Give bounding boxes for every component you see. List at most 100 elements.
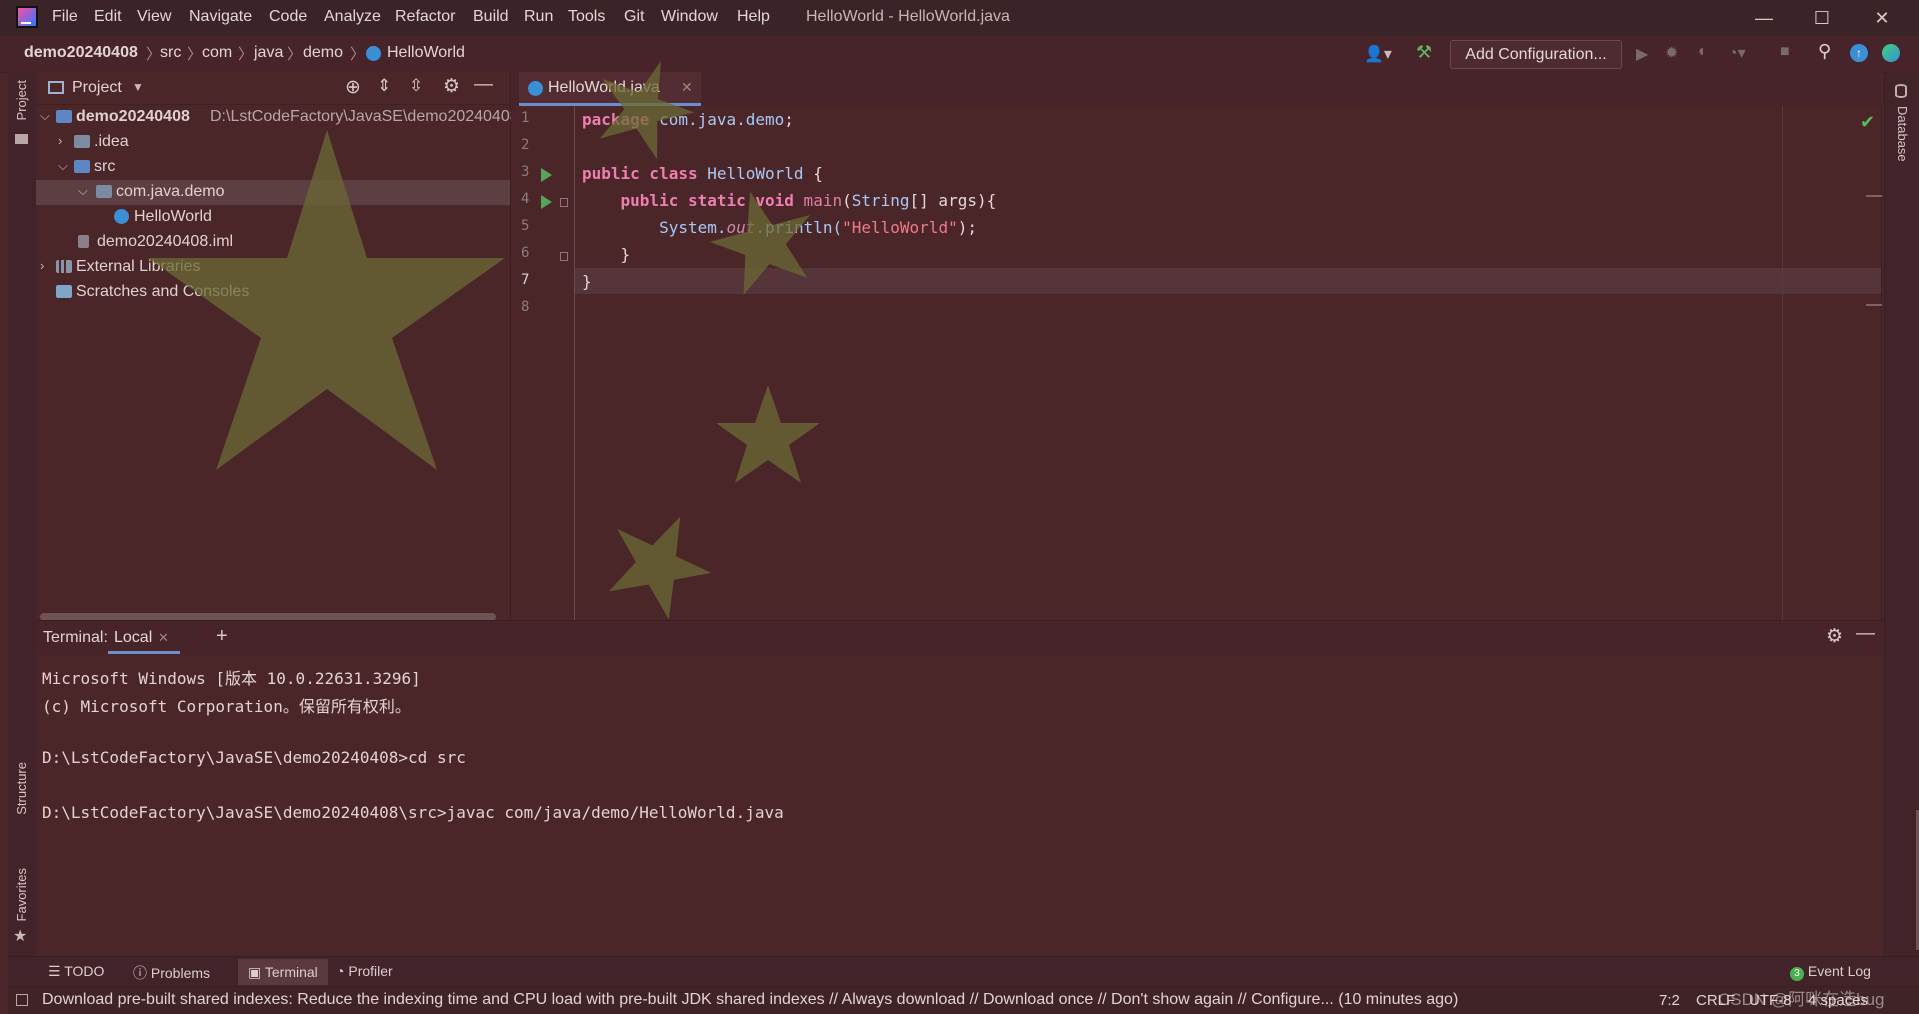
close-tab-icon[interactable]: ✕ — [681, 79, 693, 96]
run-class-icon[interactable] — [541, 168, 552, 182]
class-ref: System. — [582, 218, 727, 237]
run-main-icon[interactable] — [541, 195, 552, 209]
menu-help[interactable]: Help — [737, 8, 770, 26]
terminal-label: Terminal — [264, 964, 318, 980]
tree-item-scratches[interactable]: Scratches and Consoles — [36, 280, 510, 305]
build-hammer-icon[interactable]: ⚒ — [1416, 42, 1432, 63]
account-icon[interactable]: 👤▾ — [1364, 44, 1392, 64]
chevron-down-icon[interactable]: ⌵ — [78, 183, 88, 199]
tab-helloworld-java[interactable]: HelloWorld.java ✕ — [519, 72, 701, 106]
new-terminal-tab-icon[interactable]: + — [216, 625, 228, 648]
terminal-title: Terminal: — [43, 629, 108, 646]
chevron-right-icon[interactable]: › — [58, 133, 62, 148]
code-line-6: } — [582, 245, 631, 264]
collapse-all-icon[interactable]: ⇳ — [409, 76, 423, 96]
project-view-selector[interactable]: Project — [72, 79, 122, 97]
update-icon[interactable]: ↑ — [1850, 44, 1868, 62]
breadcrumb-java[interactable]: java — [254, 44, 283, 62]
menu-tools[interactable]: Tools — [568, 8, 605, 26]
code-editor[interactable]: package com.java.demo; public class Hell… — [575, 106, 1882, 620]
caret-position[interactable]: 7:2 — [1659, 992, 1680, 1009]
breadcrumb-helloworld[interactable]: HelloWorld — [387, 44, 465, 62]
add-configuration-button[interactable]: Add Configuration... — [1450, 40, 1622, 69]
gear-icon[interactable]: ⚙ — [1826, 625, 1843, 648]
terminal-output[interactable]: Microsoft Windows [版本 10.0.22631.3296] (… — [36, 655, 1919, 956]
breadcrumb-com[interactable]: com — [202, 44, 232, 62]
menu-edit[interactable]: Edit — [94, 8, 122, 26]
gear-icon[interactable]: ⚙ — [443, 75, 460, 98]
menu-run[interactable]: Run — [524, 8, 553, 26]
menu-view[interactable]: View — [137, 8, 171, 26]
line-number: 4 — [521, 191, 530, 207]
source-folder-icon — [74, 160, 90, 173]
debug-icon[interactable]: ✹ — [1665, 43, 1678, 63]
terminal-tab-local[interactable]: Local ✕ — [108, 621, 180, 654]
locate-icon[interactable]: ⊕ — [345, 76, 361, 99]
expand-all-icon[interactable]: ⇕ — [377, 76, 391, 96]
close-button[interactable]: ✕ — [1860, 4, 1904, 32]
no-problems-check-icon[interactable]: ✔ — [1860, 112, 1875, 133]
fold-icon[interactable] — [560, 252, 568, 261]
search-icon[interactable]: ⚲ — [1818, 41, 1831, 62]
code-line-3: public class HelloWorld { — [582, 164, 823, 183]
tree-item-src[interactable]: ⌵ src — [36, 155, 510, 180]
terminal-header: Terminal: Local ✕ + ⚙ — — [36, 620, 1884, 656]
menu-git[interactable]: Git — [624, 8, 644, 26]
maximize-button[interactable]: ☐ — [1800, 4, 1844, 32]
structure-tool-tab[interactable]: Structure — [14, 762, 29, 815]
tree-item-label: demo20240408 — [76, 108, 190, 125]
module-folder-icon — [56, 110, 72, 123]
chevron-down-icon[interactable]: ▼ — [132, 80, 144, 94]
type-name: String — [851, 191, 910, 210]
line-number: 1 — [521, 110, 530, 126]
coverage-icon[interactable]: ◐ — [1698, 43, 1708, 61]
database-tool-tab[interactable]: Database — [1895, 106, 1910, 162]
csdn-watermark: CSDN @阿咪在造bug — [1718, 990, 1885, 1009]
menu-code[interactable]: Code — [269, 8, 307, 26]
terminal-tab[interactable]: ▣ Terminal — [238, 959, 328, 985]
line-number: 6 — [521, 245, 530, 261]
hide-icon[interactable]: — — [1856, 623, 1875, 645]
menu-file[interactable]: File — [52, 8, 78, 26]
event-log-tab[interactable]: 3 Event Log — [1790, 963, 1871, 981]
editor-gutter: 1 2 3 4 5 6 7 8 — [511, 106, 575, 620]
hide-icon[interactable]: — — [474, 74, 493, 96]
tree-item-package[interactable]: ⌵ com.java.demo — [36, 180, 510, 205]
event-count-badge: 3 — [1790, 967, 1804, 981]
stop-icon[interactable]: ■ — [1780, 43, 1790, 61]
tree-item-project-root[interactable]: ⌵ demo20240408 D:\LstCodeFactory\JavaSE\… — [36, 105, 519, 130]
close-tab-icon[interactable]: ✕ — [158, 630, 169, 646]
breadcrumb-demo[interactable]: demo — [303, 44, 343, 62]
menu-refactor[interactable]: Refactor — [395, 8, 455, 26]
layout-toggle-icon[interactable] — [16, 994, 28, 1006]
chevron-right-icon[interactable]: › — [40, 258, 44, 273]
favorites-tool-tab[interactable]: Favorites — [14, 868, 29, 921]
tree-item-helloworld[interactable]: HelloWorld — [36, 205, 510, 230]
tree-item-iml[interactable]: demo20240408.iml — [36, 230, 510, 255]
list-icon: ☰ — [48, 963, 65, 979]
fold-icon[interactable] — [560, 198, 568, 207]
profiler-tab[interactable]: ◔ Profiler — [336, 963, 393, 979]
chevron-down-icon[interactable]: ⌵ — [40, 108, 50, 124]
breadcrumb-project[interactable]: demo20240408 — [24, 44, 138, 62]
run-icon[interactable]: ▶ — [1636, 44, 1648, 64]
problems-tab[interactable]: ⓘ Problems — [133, 963, 210, 983]
plugin-icon[interactable] — [1882, 44, 1900, 62]
menu-analyze[interactable]: Analyze — [324, 8, 381, 26]
project-path: D:\LstCodeFactory\JavaSE\demo20240408 — [210, 108, 519, 125]
tree-item-idea[interactable]: › .idea — [36, 130, 510, 155]
menu-window[interactable]: Window — [661, 8, 718, 26]
menu-build[interactable]: Build — [473, 8, 509, 26]
chevron-down-icon[interactable]: ⌵ — [58, 158, 68, 174]
menu-navigate[interactable]: Navigate — [189, 8, 252, 26]
minimize-button[interactable]: — — [1742, 4, 1786, 32]
todo-tab[interactable]: ☰ TODO — [48, 963, 104, 980]
breadcrumb-src[interactable]: src — [160, 44, 181, 62]
class-name: HelloWorld — [697, 164, 804, 183]
tree-item-external-libraries[interactable]: › External Libraries — [36, 255, 510, 280]
project-tool-tab[interactable]: Project — [14, 80, 29, 120]
terminal-line: D:\LstCodeFactory\JavaSE\demo20240408\sr… — [42, 803, 784, 822]
status-message[interactable]: Download pre-built shared indexes: Reduc… — [42, 991, 1458, 1009]
profile-icon[interactable]: ◔▾ — [1728, 43, 1746, 63]
left-tool-strip: Project Structure Favorites ★ — [8, 72, 37, 956]
